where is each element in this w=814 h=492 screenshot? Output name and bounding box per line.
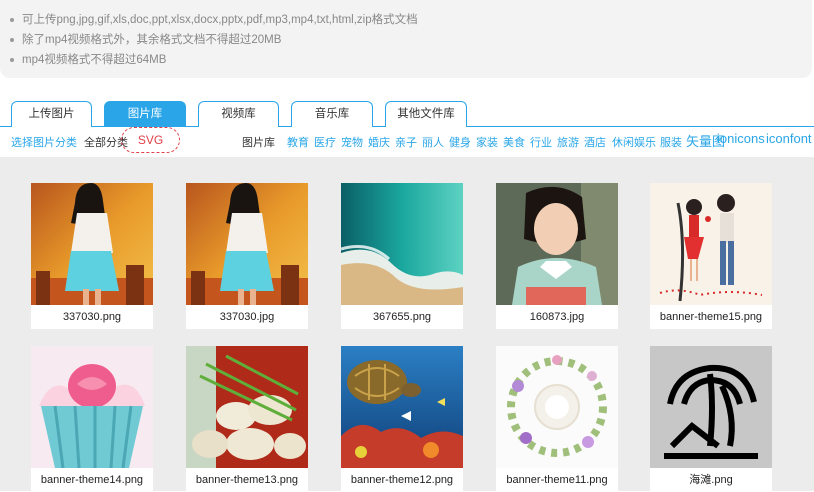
upload-tips-list: 可上传png,jpg,gif,xls,doc,ppt,xlsx,docx,ppt… bbox=[0, 0, 812, 70]
category-bar: 选择图片分类 全部分类 SVG 图片库 教育 医疗 宠物 婚庆 亲子 丽人 健身… bbox=[0, 127, 814, 155]
image-library-label[interactable]: 图片库 bbox=[242, 134, 275, 150]
category-food[interactable]: 美食 bbox=[503, 134, 525, 150]
image-filename: 367655.png bbox=[372, 311, 432, 323]
image-filename: 337030.jpg bbox=[219, 311, 275, 323]
image-grid: 337030.png 337030.jpg 367655.png 160873.… bbox=[0, 157, 814, 492]
icon-set-iconfont[interactable]: iconfont bbox=[766, 131, 812, 146]
image-card[interactable]: banner-theme11.png bbox=[496, 346, 618, 492]
image-thumbnail bbox=[650, 346, 772, 468]
image-card[interactable]: banner-theme13.png bbox=[186, 346, 308, 492]
image-filename: banner-theme14.png bbox=[40, 474, 144, 486]
select-category-label[interactable]: 选择图片分类 bbox=[11, 134, 77, 150]
image-card[interactable]: banner-theme12.png bbox=[341, 346, 463, 492]
image-thumbnail bbox=[341, 346, 463, 468]
image-thumbnail bbox=[650, 183, 772, 305]
category-leisure[interactable]: 休闲娱乐 bbox=[612, 134, 656, 150]
image-filename: banner-theme15.png bbox=[659, 311, 763, 323]
category-wedding[interactable]: 婚庆 bbox=[368, 134, 390, 150]
tab-other-files-library[interactable]: 其他文件库 bbox=[385, 101, 467, 127]
image-card[interactable]: banner-theme14.png bbox=[31, 346, 153, 492]
category-pets[interactable]: 宠物 bbox=[341, 134, 363, 150]
tab-video-library[interactable]: 视频库 bbox=[198, 101, 279, 127]
image-filename: 海滩.png bbox=[689, 474, 733, 486]
image-filename: banner-theme11.png bbox=[506, 474, 608, 486]
tip-item: 除了mp4视频格式外，其余格式文档不得超过20MB bbox=[0, 30, 812, 50]
tab-upload-image[interactable]: 上传图片 bbox=[11, 101, 92, 127]
category-parenting[interactable]: 亲子 bbox=[395, 134, 417, 150]
image-card[interactable]: 海滩.png bbox=[650, 346, 772, 492]
category-hotel[interactable]: 酒店 bbox=[584, 134, 606, 150]
image-thumbnail bbox=[186, 346, 308, 468]
upload-tips-panel: 可上传png,jpg,gif,xls,doc,ppt,xlsx,docx,ppt… bbox=[0, 0, 812, 78]
svg-category-button[interactable]: SVG bbox=[121, 127, 180, 153]
image-card[interactable]: 160873.jpg bbox=[496, 183, 618, 329]
category-fitness[interactable]: 健身 bbox=[449, 134, 471, 150]
image-thumbnail bbox=[496, 346, 618, 468]
image-card[interactable]: 337030.jpg bbox=[186, 183, 308, 329]
tip-item: 可上传png,jpg,gif,xls,doc,ppt,xlsx,docx,ppt… bbox=[0, 10, 812, 30]
category-education[interactable]: 教育 bbox=[287, 134, 309, 150]
library-tabs: 上传图片 图片库 视频库 音乐库 其他文件库 bbox=[0, 101, 814, 127]
image-filename: banner-theme12.png bbox=[350, 474, 454, 486]
image-thumbnail bbox=[31, 183, 153, 305]
image-thumbnail bbox=[31, 346, 153, 468]
tab-music-library[interactable]: 音乐库 bbox=[291, 101, 373, 127]
image-thumbnail bbox=[496, 183, 618, 305]
image-card[interactable]: 367655.png bbox=[341, 183, 463, 329]
image-thumbnail bbox=[341, 183, 463, 305]
icon-set-ionicons[interactable]: ionicons bbox=[717, 131, 765, 146]
image-filename: 337030.png bbox=[62, 311, 122, 323]
category-industry[interactable]: 行业 bbox=[530, 134, 552, 150]
category-clothing[interactable]: 服装 bbox=[660, 134, 682, 150]
tab-image-library[interactable]: 图片库 bbox=[104, 101, 186, 127]
image-filename: 160873.jpg bbox=[529, 311, 585, 323]
tip-item: mp4视频格式不得超过64MB bbox=[0, 50, 812, 70]
image-thumbnail bbox=[186, 183, 308, 305]
image-card[interactable]: 337030.png bbox=[31, 183, 153, 329]
image-card[interactable]: banner-theme15.png bbox=[650, 183, 772, 329]
category-medical[interactable]: 医疗 bbox=[314, 134, 336, 150]
category-beauty[interactable]: 丽人 bbox=[422, 134, 444, 150]
category-home-decor[interactable]: 家装 bbox=[476, 134, 498, 150]
category-travel[interactable]: 旅游 bbox=[557, 134, 579, 150]
image-filename: banner-theme13.png bbox=[195, 474, 299, 486]
